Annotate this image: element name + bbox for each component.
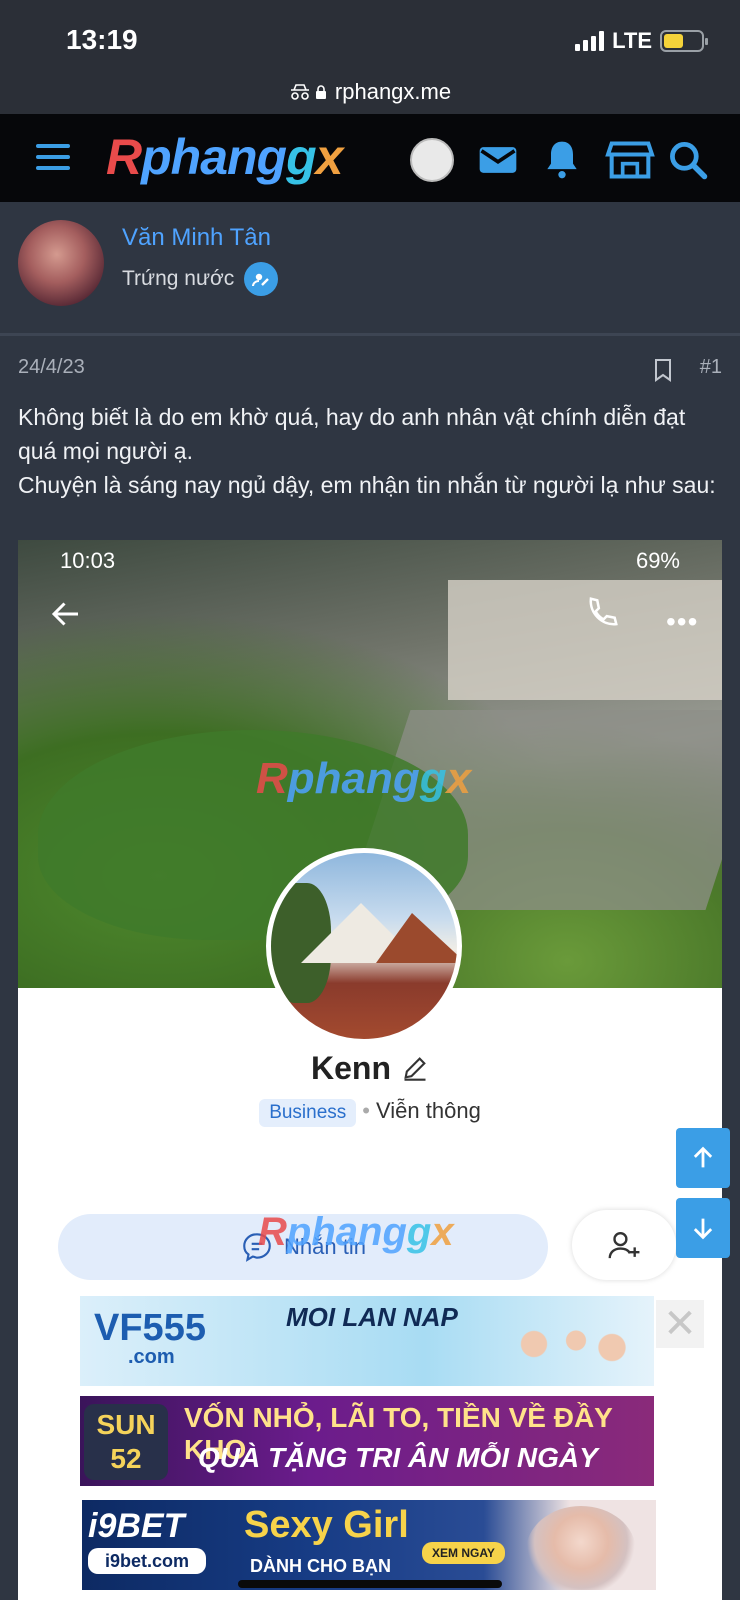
embedded-battery: 69% bbox=[635, 548, 680, 573]
watermark-logo: Rphanggx bbox=[258, 1210, 454, 1254]
ad-brand: VF555 .com bbox=[94, 1307, 206, 1368]
post-number[interactable]: #1 bbox=[700, 356, 722, 379]
privacy-icon bbox=[289, 83, 327, 101]
ad-subline: QUÀ TẶNG TRI ÂN MỖI NGÀY bbox=[198, 1442, 598, 1473]
embedded-status-time: 10:03 bbox=[60, 548, 116, 573]
back-arrow-icon bbox=[48, 596, 84, 632]
bell-icon[interactable] bbox=[540, 138, 584, 182]
watermark-logo: Rphanggx bbox=[256, 754, 472, 803]
close-ad-button[interactable]: ✕ bbox=[656, 1300, 704, 1348]
network-label: LTE bbox=[612, 28, 652, 53]
site-logo[interactable]: Rphanggx bbox=[106, 128, 343, 186]
bookmark-icon[interactable] bbox=[652, 358, 674, 382]
ad-tagline: MOI LAN NAP bbox=[286, 1302, 458, 1332]
battery-icon bbox=[660, 30, 708, 52]
ad-brand: i9BET i9bet.com bbox=[88, 1508, 228, 1582]
business-tag: Business bbox=[259, 1099, 357, 1127]
ad-banner-i9bet[interactable]: i9BET i9bet.com Sexy Girl DÀNH CHO BẠN XE… bbox=[82, 1500, 656, 1590]
user-avatar[interactable] bbox=[410, 138, 454, 182]
role-badge-icon bbox=[244, 262, 279, 296]
search-icon[interactable] bbox=[666, 138, 710, 182]
status-indicators: LTE bbox=[575, 28, 708, 54]
url-text: rphangx.me bbox=[334, 79, 452, 104]
ad-banner-sun52[interactable]: SUN 52 VỐN NHỎ, LÃI TO, TIỀN VỀ ĐẦY KHO Q… bbox=[80, 1396, 654, 1486]
ad-image bbox=[526, 1506, 636, 1590]
store-icon[interactable] bbox=[604, 138, 656, 182]
ad-subline: DÀNH CHO BẠN bbox=[250, 1556, 391, 1576]
profile-tags: Business • Viễn thông bbox=[18, 1098, 722, 1127]
arrow-down-icon bbox=[693, 1218, 713, 1240]
post-paragraph: Chuyện là sáng nay ngủ dậy, em nhận tin … bbox=[18, 472, 716, 498]
ad-brand: SUN 52 bbox=[84, 1404, 168, 1480]
post-paragraph: Không biết là do em khờ quá, hay do anh … bbox=[18, 404, 686, 464]
signal-icon bbox=[575, 31, 605, 51]
post-body: Không biết là do em khờ quá, hay do anh … bbox=[18, 400, 722, 502]
status-time: 13:19 bbox=[66, 24, 138, 55]
post-date[interactable]: 24/4/23 bbox=[18, 356, 85, 379]
author-name[interactable]: Văn Minh Tân bbox=[122, 224, 271, 252]
post-author: Văn Minh Tân Trứng nước bbox=[0, 202, 740, 336]
browser-url-bar[interactable]: rphangx.me bbox=[0, 70, 740, 114]
author-avatar[interactable] bbox=[18, 220, 104, 306]
post-meta: 24/4/23 #1 bbox=[18, 356, 722, 386]
category-label: Viễn thông bbox=[376, 1098, 481, 1123]
mail-icon[interactable] bbox=[476, 138, 520, 182]
site-header: Rphanggx bbox=[0, 114, 740, 202]
menu-icon[interactable] bbox=[36, 144, 70, 170]
phone-icon bbox=[583, 594, 621, 632]
scroll-to-bottom-button[interactable] bbox=[676, 1198, 730, 1258]
ad-cta-button[interactable]: XEM NGAY bbox=[422, 1542, 505, 1564]
author-role: Trứng nước bbox=[122, 262, 279, 296]
add-friend-icon bbox=[572, 1210, 676, 1280]
home-indicator[interactable] bbox=[238, 1580, 502, 1588]
profile-picture bbox=[266, 848, 462, 1044]
ad-headline: Sexy Girl bbox=[244, 1504, 409, 1546]
arrow-up-icon bbox=[693, 1146, 713, 1168]
scroll-to-top-button[interactable] bbox=[676, 1128, 730, 1188]
ad-image bbox=[510, 1316, 630, 1386]
edit-pencil-icon bbox=[401, 1053, 429, 1081]
profile-name: Kenn bbox=[18, 1050, 722, 1087]
author-role-label: Trứng nước bbox=[122, 267, 235, 290]
ad-banner-vf555[interactable]: VF555 .com MOI LAN NAP bbox=[80, 1296, 654, 1386]
more-icon: ••• bbox=[666, 606, 699, 637]
lock-icon bbox=[315, 85, 326, 99]
ios-status-bar: 13:19 LTE bbox=[0, 0, 740, 80]
